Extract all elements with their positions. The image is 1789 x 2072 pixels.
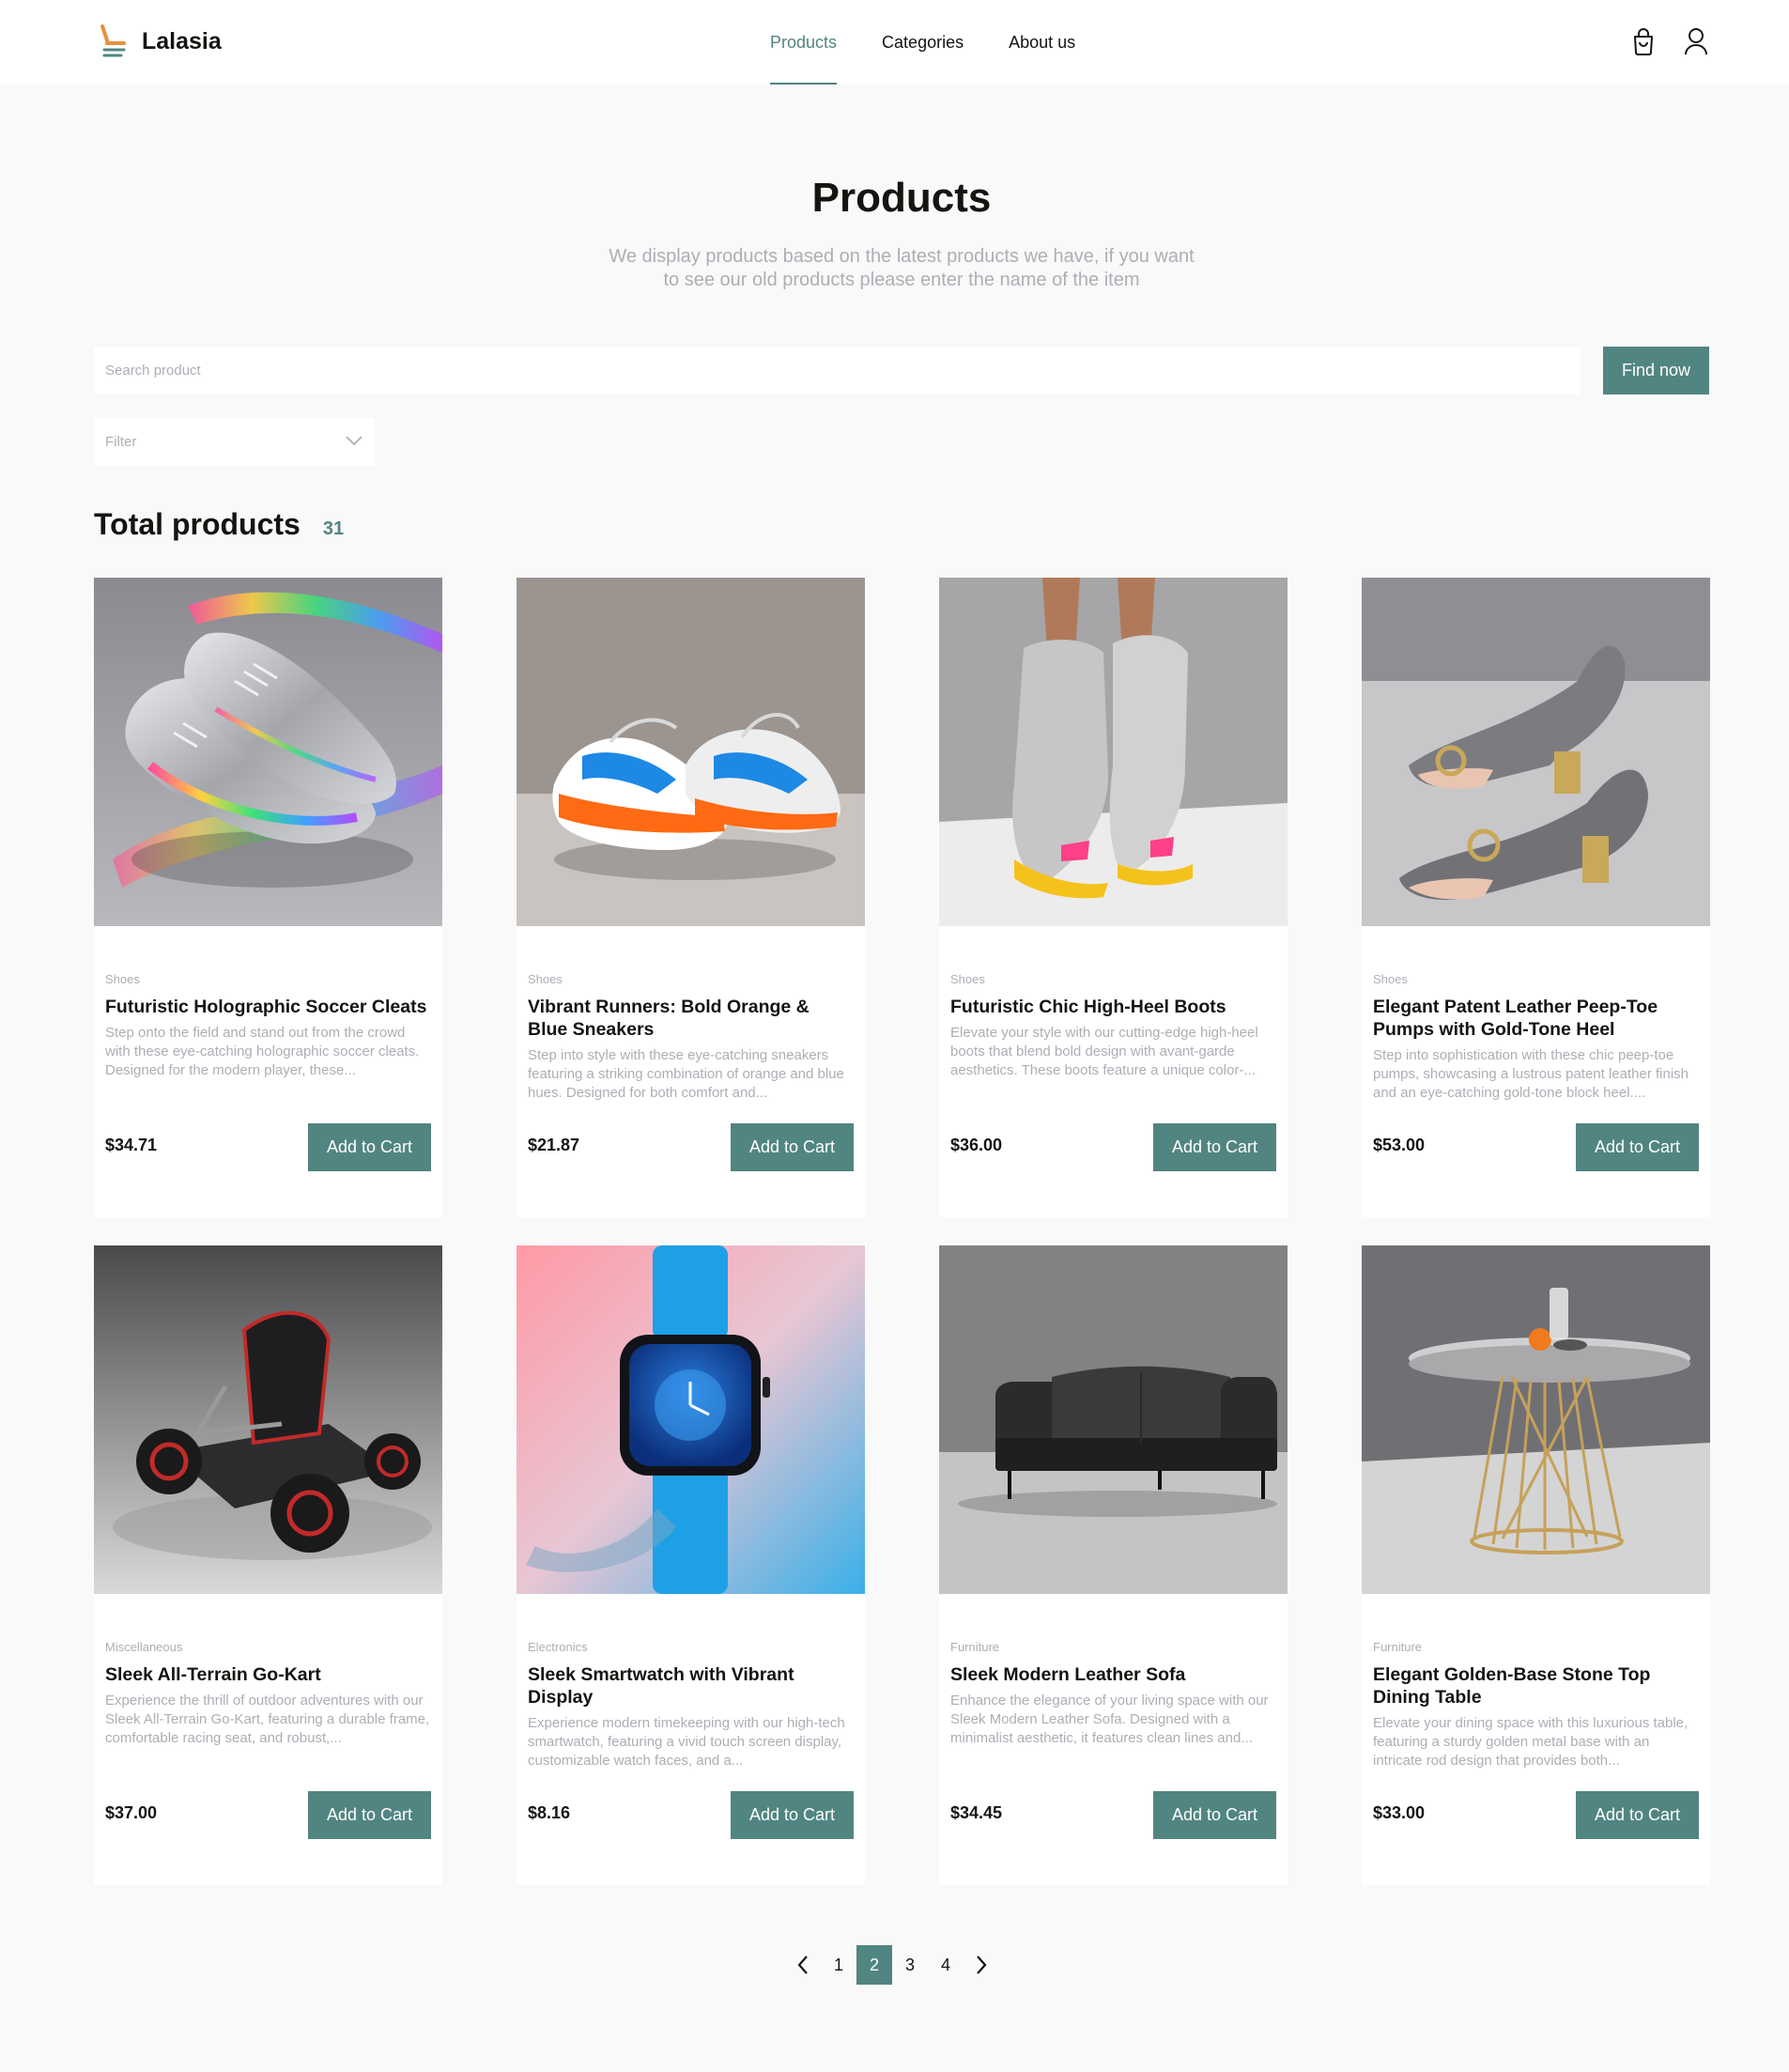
product-description: Enhance the elegance of your living spac… (950, 1693, 1269, 1746)
product-card[interactable]: Shoes Futuristic Chic High-Heel Boots El… (939, 578, 1288, 1217)
product-title[interactable]: Sleek Modern Leather Sofa (950, 1663, 1276, 1686)
product-price: $34.45 (950, 1803, 1003, 1822)
nav-products[interactable]: Products (770, 0, 838, 85)
product-category: Furniture (1373, 1640, 1423, 1654)
product-card[interactable]: Miscellaneous Sleek All-Terrain Go-Kart … (94, 1245, 442, 1885)
product-description: Step onto the field and stand out from t… (105, 1025, 420, 1078)
product-category: Miscellaneous (105, 1640, 183, 1654)
product-description: Elevate your dining space with this luxu… (1373, 1715, 1689, 1769)
total-products-label: Total products (94, 507, 301, 541)
chevron-down-icon (345, 434, 363, 451)
product-image[interactable] (94, 578, 442, 926)
product-description: Experience modern timekeeping with our h… (528, 1715, 845, 1769)
product-image[interactable] (939, 578, 1288, 926)
product-info: Shoes Futuristic Chic High-Heel Boots El… (950, 972, 1276, 1080)
product-price: $34.71 (105, 1136, 158, 1154)
page-1[interactable]: 1 (821, 1945, 856, 1985)
search-input[interactable] (94, 347, 1581, 394)
product-info: Furniture Sleek Modern Leather Sofa Enha… (950, 1640, 1276, 1748)
filter-label: Filter (105, 434, 137, 450)
page-title: Products (811, 175, 992, 221)
product-card[interactable]: Shoes Elegant Patent Leather Peep-Toe Pu… (1362, 578, 1710, 1217)
product-category: Shoes (105, 972, 140, 986)
product-price: $33.00 (1373, 1803, 1426, 1822)
product-description: Elevate your style with our cutting-edge… (950, 1025, 1258, 1078)
add-to-cart-button[interactable]: Add to Cart (1153, 1123, 1276, 1171)
product-title[interactable]: Elegant Patent Leather Peep-Toe Pumps wi… (1373, 996, 1699, 1041)
product-image[interactable] (517, 578, 865, 926)
logo[interactable]: Lalasia (99, 24, 222, 58)
top-header: Lalasia Products Categories About us (0, 0, 1789, 85)
logo-text: Lalasia (142, 27, 222, 54)
product-title[interactable]: Futuristic Chic High-Heel Boots (950, 996, 1276, 1018)
product-image[interactable] (939, 1245, 1288, 1594)
add-to-cart-button[interactable]: Add to Cart (1576, 1123, 1699, 1171)
page-2[interactable]: 2 (856, 1945, 892, 1985)
add-to-cart-button[interactable]: Add to Cart (1153, 1791, 1276, 1839)
product-category: Shoes (528, 972, 563, 986)
total-products: Total products 31 (94, 507, 344, 542)
add-to-cart-button[interactable]: Add to Cart (308, 1123, 431, 1171)
product-image[interactable] (1362, 1245, 1710, 1594)
product-title[interactable]: Sleek All-Terrain Go-Kart (105, 1663, 431, 1686)
product-card[interactable]: Furniture Sleek Modern Leather Sofa Enha… (939, 1245, 1288, 1885)
product-info: Shoes Futuristic Holographic Soccer Clea… (105, 972, 431, 1080)
shopping-bag-icon[interactable] (1630, 26, 1657, 56)
product-category: Electronics (528, 1640, 588, 1654)
product-image[interactable] (517, 1245, 865, 1594)
page-4[interactable]: 4 (928, 1945, 964, 1985)
product-image[interactable] (1362, 578, 1710, 926)
logo-icon (99, 24, 127, 58)
nav-categories[interactable]: Categories (882, 0, 964, 85)
product-info: Furniture Elegant Golden-Base Stone Top … (1373, 1640, 1699, 1770)
user-icon[interactable] (1683, 26, 1709, 56)
page-3[interactable]: 3 (892, 1945, 928, 1985)
filter-dropdown[interactable]: Filter (94, 418, 375, 466)
product-category: Shoes (950, 972, 985, 986)
product-price: $36.00 (950, 1136, 1003, 1154)
product-card[interactable]: Shoes Futuristic Holographic Soccer Clea… (94, 578, 442, 1217)
add-to-cart-button[interactable]: Add to Cart (1576, 1791, 1699, 1839)
page-subtitle: We display products based on the latest … (609, 246, 1195, 290)
pagination: 1 2 3 4 (785, 1945, 999, 1985)
header-actions (1630, 26, 1709, 56)
product-category: Shoes (1373, 972, 1408, 986)
product-card[interactable]: Electronics Sleek Smartwatch with Vibran… (517, 1245, 865, 1885)
total-products-count: 31 (322, 518, 345, 539)
product-price: $21.87 (528, 1136, 580, 1154)
product-card[interactable]: Shoes Vibrant Runners: Bold Orange & Blu… (517, 578, 865, 1217)
product-price: $37.00 (105, 1803, 158, 1822)
product-title[interactable]: Futuristic Holographic Soccer Cleats (105, 996, 431, 1018)
add-to-cart-button[interactable]: Add to Cart (731, 1123, 854, 1171)
product-category: Furniture (950, 1640, 1000, 1654)
find-now-button[interactable]: Find now (1603, 347, 1709, 394)
nav-about-us[interactable]: About us (1009, 0, 1075, 85)
add-to-cart-button[interactable]: Add to Cart (731, 1791, 854, 1839)
product-title[interactable]: Vibrant Runners: Bold Orange & Blue Snea… (528, 996, 854, 1041)
product-image[interactable] (94, 1245, 442, 1594)
product-title[interactable]: Sleek Smartwatch with Vibrant Display (528, 1663, 854, 1709)
product-price: $8.16 (528, 1803, 571, 1822)
main-nav: Products Categories About us (770, 0, 1120, 85)
product-info: Shoes Elegant Patent Leather Peep-Toe Pu… (1373, 972, 1699, 1103)
product-description: Step into style with these eye-catching … (528, 1047, 844, 1101)
product-description: Experience the thrill of outdoor adventu… (105, 1693, 430, 1746)
product-info: Miscellaneous Sleek All-Terrain Go-Kart … (105, 1640, 431, 1748)
product-grid: Shoes Futuristic Holographic Soccer Clea… (94, 578, 1710, 1885)
product-title[interactable]: Elegant Golden-Base Stone Top Dining Tab… (1373, 1663, 1699, 1709)
chevron-left-icon[interactable] (785, 1945, 821, 1985)
product-info: Shoes Vibrant Runners: Bold Orange & Blu… (528, 972, 854, 1103)
product-description: Step into sophistication with these chic… (1373, 1047, 1689, 1101)
product-card[interactable]: Furniture Elegant Golden-Base Stone Top … (1362, 1245, 1710, 1885)
product-price: $53.00 (1373, 1136, 1426, 1154)
product-info: Electronics Sleek Smartwatch with Vibran… (528, 1640, 854, 1770)
chevron-right-icon[interactable] (964, 1945, 999, 1985)
add-to-cart-button[interactable]: Add to Cart (308, 1791, 431, 1839)
